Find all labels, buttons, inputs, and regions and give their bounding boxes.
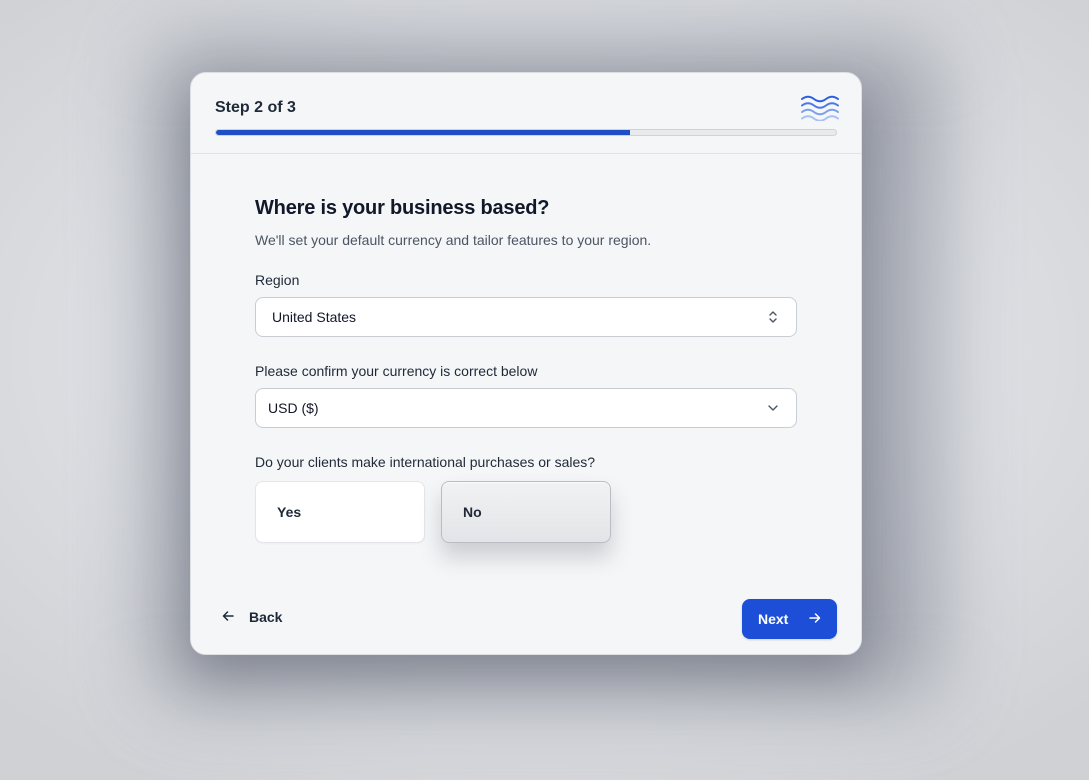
modal-header: Step 2 of 3 (191, 73, 861, 154)
question-subtitle: We'll set your default currency and tail… (255, 232, 652, 248)
next-button[interactable]: Next (742, 599, 837, 639)
currency-select[interactable]: USD ($) (255, 388, 797, 428)
progress-bar-fill (216, 130, 630, 135)
step-indicator: Step 2 of 3 (215, 99, 296, 116)
modal-footer: Back Next (191, 582, 861, 654)
international-choice-group: Yes No (255, 481, 797, 543)
next-button-label: Next (758, 611, 789, 627)
arrow-left-icon (221, 609, 235, 626)
waves-logo-icon (801, 95, 839, 122)
region-select-value: United States (272, 309, 357, 325)
option-no-button[interactable]: No (441, 481, 611, 543)
onboarding-modal: Step 2 of 3 Where is your business based… (190, 72, 862, 655)
region-select[interactable]: United States (255, 297, 797, 337)
progress-bar (215, 129, 837, 136)
back-button[interactable]: Back (221, 602, 282, 632)
international-label: Do your clients make international purch… (255, 454, 596, 470)
arrow-right-icon (808, 611, 822, 628)
region-label: Region (255, 272, 300, 288)
currency-select-value: USD ($) (268, 400, 319, 416)
back-button-label: Back (249, 609, 283, 625)
chevron-up-down-icon (766, 310, 780, 324)
currency-label: Please confirm your currency is correct … (255, 363, 538, 379)
option-yes-button[interactable]: Yes (255, 481, 425, 543)
question-title: Where is your business based? (255, 197, 550, 219)
form-content: Where is your business based? We'll set … (255, 197, 797, 543)
chevron-down-icon (766, 401, 780, 415)
